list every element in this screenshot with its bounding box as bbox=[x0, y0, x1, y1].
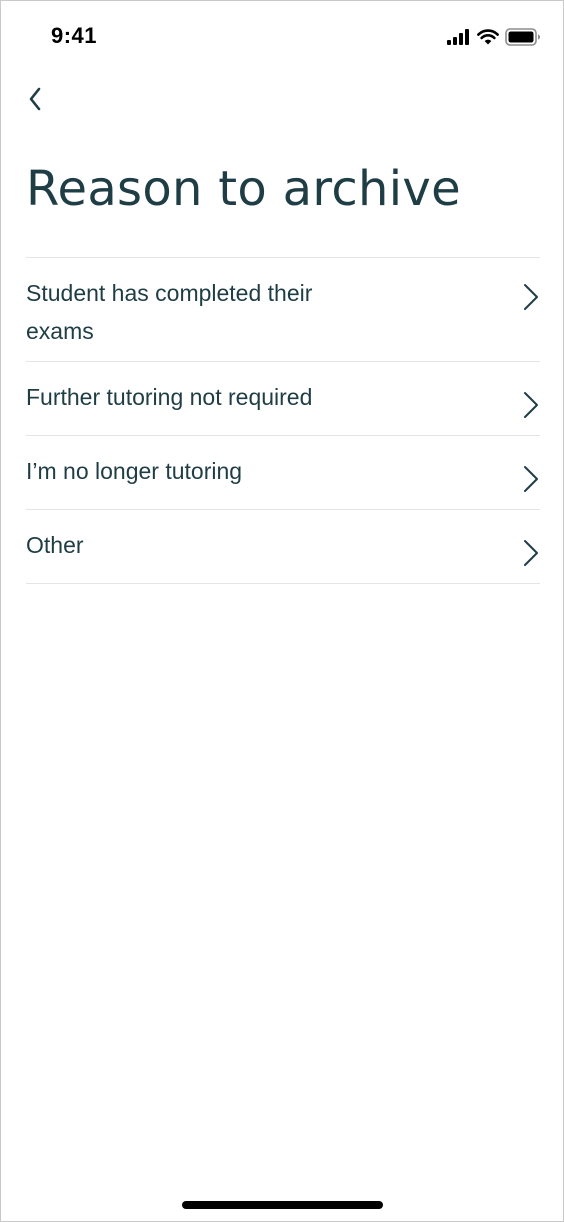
phone-screen: 9:41 Reason to archive Student has compl… bbox=[0, 0, 564, 1222]
option-label: I’m no longer tutoring bbox=[26, 458, 243, 484]
option-student-completed-exams[interactable]: Student has completed their exams bbox=[26, 258, 540, 362]
chevron-left-icon bbox=[27, 86, 43, 117]
chevron-right-icon bbox=[522, 282, 540, 312]
cellular-signal-icon bbox=[447, 29, 471, 45]
page-title: Reason to archive bbox=[26, 161, 461, 217]
back-button[interactable] bbox=[17, 83, 53, 119]
home-indicator[interactable] bbox=[182, 1201, 383, 1209]
option-other[interactable]: Other bbox=[26, 510, 540, 584]
wifi-icon bbox=[477, 29, 499, 45]
option-further-tutoring-not-required[interactable]: Further tutoring not required bbox=[26, 362, 540, 436]
status-icons bbox=[447, 27, 541, 47]
option-label: Further tutoring not required bbox=[26, 384, 313, 410]
status-bar: 9:41 bbox=[1, 1, 563, 73]
chevron-right-icon bbox=[522, 464, 540, 494]
status-time: 9:41 bbox=[51, 23, 98, 48]
option-no-longer-tutoring[interactable]: I’m no longer tutoring bbox=[26, 436, 540, 510]
chevron-right-icon bbox=[522, 390, 540, 420]
archive-reason-list: Student has completed their exams Furthe… bbox=[26, 257, 540, 584]
chevron-right-icon bbox=[522, 538, 540, 568]
option-label: Other bbox=[26, 532, 84, 558]
option-label: Student has completed their exams bbox=[26, 280, 313, 344]
battery-icon bbox=[505, 28, 541, 46]
